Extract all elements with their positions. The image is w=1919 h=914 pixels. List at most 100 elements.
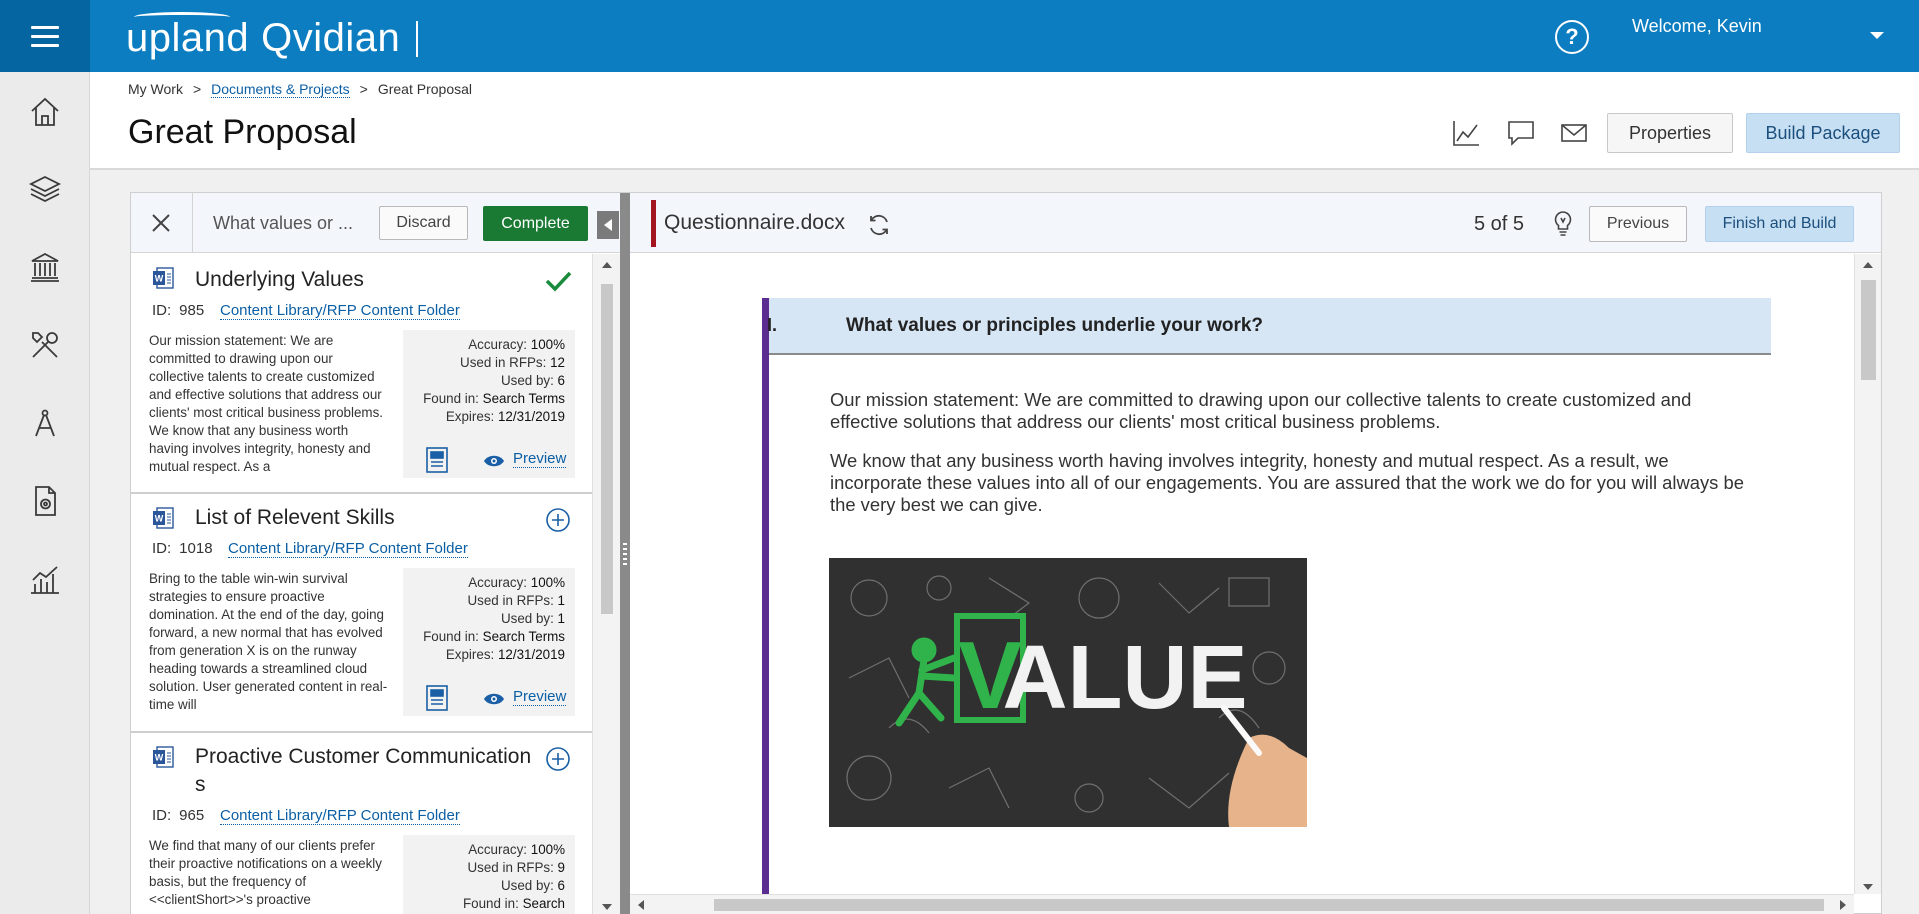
answer-paragraph: Our mission statement: We are committed … <box>830 389 1692 432</box>
accuracy-value: 100% <box>530 337 565 352</box>
previous-button[interactable]: Previous <box>1589 206 1687 242</box>
result-path-link[interactable]: Content Library/RFP Content Folder <box>220 302 460 320</box>
result-snippet: Our mission statement: We are committed … <box>149 333 383 474</box>
add-circle-icon[interactable] <box>543 744 573 774</box>
properties-button[interactable]: Properties <box>1607 113 1733 153</box>
brand-product: Qvidian <box>261 16 401 60</box>
accuracy-value: 100% <box>530 842 565 857</box>
found-in-value: Search <box>522 896 565 911</box>
scroll-thumb[interactable] <box>714 899 1824 911</box>
accuracy-label: Accuracy: <box>468 337 528 352</box>
preview-link[interactable]: Preview <box>513 688 567 706</box>
used-rfps-label: Used in RFPs: <box>467 593 554 608</box>
welcome-user[interactable]: Welcome, Kevin <box>1632 16 1762 37</box>
search-query[interactable]: What values or ... <box>213 213 353 234</box>
word-doc-icon: W <box>151 745 175 769</box>
result-snippet: Bring to the table win-win survival stra… <box>149 571 388 712</box>
word-doc-icon: W <box>151 266 175 290</box>
scroll-up-icon[interactable] <box>1863 262 1873 268</box>
found-in-value: Search Terms <box>482 391 565 406</box>
scroll-thumb[interactable] <box>601 284 613 614</box>
breadcrumb-documents-projects[interactable]: Documents & Projects <box>211 81 350 98</box>
result-title[interactable]: List of Relevent Skills <box>195 504 545 532</box>
lightbulb-icon[interactable] <box>1550 209 1576 237</box>
breadcrumb: My Work > Documents & Projects > Great P… <box>128 81 472 98</box>
scroll-down-icon[interactable] <box>602 904 612 910</box>
result-item[interactable]: W Underlying Values ID: 985 Content Libra… <box>131 254 592 494</box>
expires-value: 12/31/2019 <box>497 409 565 424</box>
top-bar: upland Qvidian ? Welcome, Kevin <box>0 0 1919 72</box>
tools-icon[interactable] <box>27 327 63 363</box>
compass-icon[interactable] <box>27 405 63 441</box>
accuracy-label: Accuracy: <box>468 842 528 857</box>
used-rfps-value: 1 <box>557 593 565 608</box>
menu-button[interactable] <box>0 0 90 72</box>
used-rfps-label: Used in RFPs: <box>467 860 554 875</box>
found-in-label: Found in: <box>423 391 479 406</box>
expires-value: 12/31/2019 <box>497 647 565 662</box>
result-id: 985 <box>179 302 205 319</box>
used-rfps-value: 12 <box>550 355 565 370</box>
found-in-label: Found in: <box>423 629 479 644</box>
results-scrollbar[interactable] <box>592 254 620 914</box>
user-menu-chevron-down-icon[interactable] <box>1870 32 1884 39</box>
document-gear-icon[interactable] <box>27 483 63 519</box>
layers-icon[interactable] <box>27 171 63 207</box>
help-button[interactable]: ? <box>1555 20 1589 54</box>
complete-button[interactable]: Complete <box>483 206 588 241</box>
toolbar-divider <box>192 193 193 253</box>
scroll-right-icon[interactable] <box>1840 900 1846 910</box>
value-image: V ALUE <box>829 558 1307 827</box>
add-circle-icon[interactable] <box>543 505 573 535</box>
result-item[interactable]: W List of Relevent Skills ID: 1018 Conten… <box>131 494 592 733</box>
scroll-down-icon[interactable] <box>1863 884 1873 890</box>
result-path-link[interactable]: Content Library/RFP Content Folder <box>220 807 460 825</box>
document-horizontal-scrollbar[interactable] <box>630 894 1854 914</box>
result-path-link[interactable]: Content Library/RFP Content Folder <box>228 540 468 558</box>
finish-and-build-button[interactable]: Finish and Build <box>1705 206 1854 242</box>
result-title[interactable]: Underlying Values <box>195 266 545 294</box>
collapse-panel-button[interactable] <box>597 211 619 239</box>
home-icon[interactable] <box>27 94 63 130</box>
breadcrumb-my-work[interactable]: My Work <box>128 81 183 98</box>
scroll-left-icon[interactable] <box>638 900 644 910</box>
result-item[interactable]: W Proactive Customer Communications ID: 9… <box>131 733 592 914</box>
document-vertical-scrollbar[interactable] <box>1854 254 1881 894</box>
checkmark-icon[interactable] <box>543 266 573 296</box>
scroll-up-icon[interactable] <box>602 262 612 268</box>
svg-text:W: W <box>155 274 164 284</box>
preview-link[interactable]: Preview <box>513 450 567 468</box>
result-actions: Preview <box>423 446 575 476</box>
image-word-rest: ALUE <box>1003 628 1248 728</box>
brand-upland: upland <box>126 16 250 60</box>
eye-icon[interactable] <box>483 454 505 468</box>
question-text: What values or principles underlie your … <box>846 315 1264 336</box>
scroll-thumb[interactable] <box>1861 280 1876 380</box>
id-label: ID: <box>152 540 172 557</box>
eye-icon[interactable] <box>483 692 505 706</box>
library-icon[interactable] <box>27 249 63 285</box>
accuracy-label: Accuracy: <box>468 575 528 590</box>
logo-divider <box>416 20 419 57</box>
svg-text:W: W <box>155 753 164 763</box>
result-id: 965 <box>179 807 205 824</box>
close-icon[interactable] <box>150 212 172 234</box>
chart-icon[interactable] <box>1451 118 1481 148</box>
logo-arc <box>134 12 230 22</box>
drag-handle-icon <box>623 543 627 565</box>
analytics-icon[interactable] <box>27 561 63 597</box>
result-snippet: We find that many of our clients prefer … <box>149 838 382 907</box>
used-rfps-label: Used in RFPs: <box>460 355 547 370</box>
brand-logo[interactable]: upland Qvidian <box>126 10 419 61</box>
document-details-icon[interactable] <box>425 684 449 712</box>
used-by-value: 6 <box>557 878 565 893</box>
mail-icon[interactable] <box>1559 118 1589 148</box>
panel-splitter[interactable] <box>620 193 630 914</box>
comment-icon[interactable] <box>1506 118 1536 148</box>
sync-icon[interactable] <box>866 212 892 238</box>
build-package-button[interactable]: Build Package <box>1746 113 1900 153</box>
question-bar <box>762 298 769 894</box>
result-title[interactable]: Proactive Customer Communications <box>195 743 535 799</box>
discard-button[interactable]: Discard <box>379 206 468 240</box>
document-details-icon[interactable] <box>425 446 449 474</box>
